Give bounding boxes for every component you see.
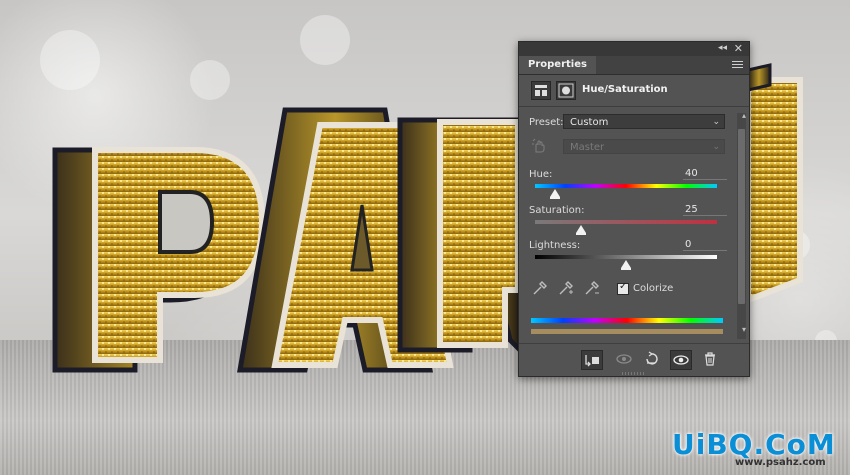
eyedropper-plus-icon[interactable]	[557, 279, 575, 297]
hue-saturation-adjustment-icon[interactable]	[531, 81, 551, 100]
hue-slider-thumb[interactable]	[550, 189, 561, 199]
chevron-down-icon: ⌄	[712, 142, 720, 152]
lightness-label: Lightness:	[529, 240, 581, 251]
channel-value: Master	[570, 142, 605, 153]
layer-mask-icon[interactable]	[556, 81, 576, 100]
panel-menu-icon[interactable]	[732, 61, 743, 69]
saturation-label: Saturation:	[529, 205, 585, 216]
input-spectrum-bar	[531, 318, 723, 323]
eyedropper-icon[interactable]	[531, 279, 549, 297]
saturation-slider-track[interactable]	[535, 220, 717, 224]
hue-label: Hue:	[529, 169, 553, 180]
scroll-up-icon[interactable]: ▴	[742, 111, 746, 120]
lightness-slider-thumb[interactable]	[621, 260, 631, 270]
adjustment-body: ▴ ▾ Preset: Custom ⌄ Master ⌄ Hue: 40 Sa…	[519, 107, 749, 339]
scrollbar-thumb[interactable]	[738, 129, 745, 304]
close-icon[interactable]: ✕	[734, 42, 743, 55]
adjustment-header: Hue/Saturation	[519, 75, 749, 107]
resize-grip[interactable]	[622, 372, 646, 375]
view-previous-state-button[interactable]	[613, 350, 635, 370]
reset-button[interactable]	[640, 350, 662, 370]
panel-footer	[519, 343, 749, 376]
hue-slider-track[interactable]	[535, 184, 717, 188]
adjustment-title: Hue/Saturation	[582, 84, 668, 95]
watermark-url: www.psahz.com	[735, 457, 826, 468]
panel-tab-bar: Properties	[519, 56, 749, 75]
channel-dropdown[interactable]: Master ⌄	[563, 139, 725, 154]
eyedropper-minus-icon[interactable]	[583, 279, 601, 297]
colorize-label: Colorize	[633, 283, 674, 294]
colorize-checkbox[interactable]	[617, 281, 629, 295]
hue-value-field[interactable]: 40	[683, 168, 727, 180]
double-chevron-icon[interactable]: ◂◂	[718, 43, 727, 53]
preset-value: Custom	[570, 117, 609, 128]
output-tint-bar	[531, 329, 723, 334]
lightness-value-field[interactable]: 0	[683, 239, 727, 251]
toggle-visibility-button[interactable]	[670, 350, 692, 370]
targeted-adjustment-hand-icon[interactable]	[531, 138, 547, 154]
properties-panel: ◂◂ ✕ Properties Hue/Saturation ▴ ▾ Prese…	[518, 41, 750, 377]
saturation-slider-thumb[interactable]	[575, 225, 586, 235]
scroll-down-icon[interactable]: ▾	[742, 325, 746, 334]
preset-label: Preset:	[529, 117, 564, 128]
tab-properties[interactable]: Properties	[519, 56, 596, 74]
trash-icon[interactable]	[699, 350, 721, 370]
clip-to-layer-button[interactable]	[581, 350, 603, 370]
chevron-down-icon: ⌄	[712, 117, 720, 127]
preset-dropdown[interactable]: Custom ⌄	[563, 114, 725, 129]
saturation-value-field[interactable]: 25	[683, 204, 727, 216]
lightness-slider-track[interactable]	[535, 255, 717, 259]
panel-title-bar[interactable]: ◂◂ ✕	[519, 42, 749, 56]
